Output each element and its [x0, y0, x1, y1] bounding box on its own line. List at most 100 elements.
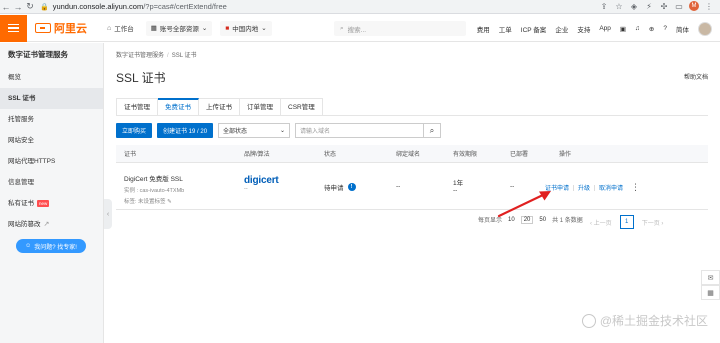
url-path: /?p=cas#/certExtend/free [143, 2, 227, 11]
col-deployed: 已部署 [510, 152, 529, 158]
back-icon[interactable]: ← [0, 1, 12, 13]
tab-orders[interactable]: 订单管理 [240, 98, 281, 116]
sidebar-item-overview[interactable]: 概览 [0, 67, 103, 88]
prev-page-button[interactable]: ‹ 上一页 [590, 218, 612, 227]
digicert-logo: digicert [244, 175, 279, 186]
help-doc-link[interactable]: 帮助文档 [684, 72, 708, 81]
breadcrumb-root[interactable]: 数字证书管理服务 [116, 53, 164, 59]
user-avatar[interactable] [698, 21, 712, 36]
help-icon[interactable]: ? [663, 25, 667, 32]
col-actions: 操作 [559, 152, 572, 158]
cert-name: DigiCert 免费版 SSL [124, 176, 183, 183]
lock-icon: 🔒 [40, 3, 49, 11]
total-count: 共 1 条数据 [552, 218, 583, 224]
terminal-icon[interactable]: ▣ [620, 25, 626, 33]
bolt-icon[interactable]: ⚡ [644, 1, 654, 11]
reload-icon[interactable]: ↻ [24, 1, 36, 13]
collapse-sidebar-handle[interactable]: ‹ [104, 199, 112, 229]
console-topbar: 阿里云 ⌂ 工作台 ▦ 账号全部资源 ⌄ ■ 中国内地 ⌄ ⌕ 搜索... 费用… [0, 14, 720, 42]
menu-dots-icon[interactable]: ⋮ [704, 1, 714, 11]
watermark-logo-icon [581, 313, 596, 328]
account-select[interactable]: ▦ 账号全部资源 ⌄ [145, 20, 213, 36]
workbench-link[interactable]: ⌂ 工作台 [107, 23, 134, 34]
floating-tools: ✉ ▦ [701, 270, 720, 300]
forward-icon[interactable]: → [12, 1, 24, 13]
sidebar-item-info[interactable]: 信息管理 [0, 172, 103, 193]
nav-enterprise[interactable]: 企业 [555, 24, 568, 34]
status-text: 待申请 [324, 185, 344, 192]
info-icon[interactable]: ! [347, 183, 356, 191]
col-validity: 有效期限 [453, 152, 478, 158]
page-title: SSL 证书 [116, 71, 166, 85]
annotation-arrow [497, 191, 551, 218]
more-actions-icon[interactable]: ⋮ [631, 182, 640, 193]
nav-tickets[interactable]: 工单 [499, 24, 512, 34]
sidebar-item-private-cert[interactable]: 私有证书 new [0, 193, 103, 214]
grid-apps-icon[interactable]: ▦ [701, 285, 720, 300]
sidebar-item-site-security[interactable]: 网站安全 [0, 130, 103, 151]
bound-domain: -- [396, 183, 401, 190]
menu-icon[interactable] [0, 14, 27, 42]
logo-mark-icon [35, 23, 51, 33]
new-badge: new [37, 200, 50, 207]
edit-icon[interactable]: ✎ [167, 199, 172, 205]
feedback-icon[interactable]: ✉ [701, 270, 720, 285]
cancel-apply-link[interactable]: 取消申请 [599, 183, 623, 192]
cart-icon[interactable]: ⊕ [649, 25, 654, 33]
breadcrumb-current: SSL 证书 [171, 53, 197, 59]
extension-icon[interactable]: ◈ [629, 1, 639, 11]
table-header: 证书 品牌/算法 状态 绑定域名 有效期限 已部署 操作 [116, 145, 708, 163]
chat-icon: ☺ [25, 243, 32, 249]
home-icon: ⌂ [107, 24, 112, 32]
table-row: DigiCert 免费版 SSL 实例 : cas-ivauto-4TXMb 标… [116, 163, 708, 210]
console-search-input[interactable]: ⌕ 搜索... [334, 21, 466, 36]
region-select[interactable]: ■ 中国内地 ⌄ [220, 20, 272, 36]
language-select[interactable]: 简体 [676, 24, 689, 34]
sidebar: 数字证书管理服务 概览 SSL 证书 托管服务 网站安全 网站代理HTTPS 信… [0, 43, 104, 343]
flag-icon: ■ [225, 24, 230, 32]
status-select[interactable]: 全部状态 ⌄ [218, 123, 291, 138]
url-host: yundun.console.aliyun.com [52, 2, 144, 11]
external-link-icon: ↗ [43, 221, 50, 228]
tab-free-cert[interactable]: 免费证书 [158, 98, 199, 116]
puzzle-icon[interactable]: ✣ [659, 1, 669, 11]
search-button[interactable]: ⌕ [423, 123, 442, 138]
col-cert: 证书 [124, 152, 137, 158]
tabs-divider [116, 115, 708, 116]
address-bar[interactable]: 🔒 yundun.console.aliyun.com /?p=cas#/cer… [40, 1, 227, 12]
share-icon[interactable]: ⇪ [599, 1, 609, 11]
sidebar-item-proxy-https[interactable]: 网站代理HTTPS [0, 151, 103, 172]
nav-fees[interactable]: 费用 [477, 24, 490, 34]
cert-table: 证书 品牌/算法 状态 绑定域名 有效期限 已部署 操作 DigiCert 免费… [116, 145, 708, 210]
cert-tag: 标签: 未设置标签 ✎ [124, 199, 172, 205]
cert-instance: 实例 : cas-ivauto-4TXMb [124, 188, 185, 194]
next-page-button[interactable]: 下一页 › [642, 218, 664, 227]
col-brand: 品牌/算法 [244, 152, 270, 158]
tab-upload-cert[interactable]: 上传证书 [199, 98, 240, 116]
sidebar-item-hosting[interactable]: 托管服务 [0, 109, 103, 130]
bell-icon[interactable]: ♫ [635, 25, 640, 32]
profile-avatar[interactable]: M [689, 1, 699, 11]
create-cert-button[interactable]: 创建证书 19 / 20 [157, 123, 214, 138]
chevron-down-icon: ⌄ [201, 25, 208, 32]
chevron-left-icon: ‹ [106, 210, 110, 218]
tab-csr[interactable]: CSR管理 [281, 98, 323, 116]
tab-icon[interactable]: ▭ [674, 1, 684, 11]
nav-app[interactable]: App [599, 25, 611, 32]
search-icon: ⌕ [429, 125, 435, 135]
browser-toolbar: ← → ↻ 🔒 yundun.console.aliyun.com /?p=ca… [0, 0, 720, 14]
validity-sub: -- [453, 187, 458, 194]
tab-cert-manage[interactable]: 证书管理 [116, 98, 158, 116]
sidebar-item-tamper[interactable]: 网站防篡改 ↗ [0, 214, 103, 235]
star-icon[interactable]: ☆ [614, 1, 624, 11]
validity-value: 1年 [453, 180, 464, 187]
upgrade-link[interactable]: 升级 [578, 183, 590, 192]
expert-help-button[interactable]: ☺ 我问题? 找专家! [16, 239, 86, 253]
nav-icp[interactable]: ICP 备案 [521, 24, 547, 34]
page-number[interactable]: 1 [619, 215, 634, 229]
buy-button[interactable]: 立即购买 [116, 123, 153, 138]
nav-support[interactable]: 支持 [577, 24, 590, 34]
aliyun-logo[interactable]: 阿里云 [35, 20, 87, 36]
sidebar-item-ssl[interactable]: SSL 证书 [0, 88, 103, 109]
domain-search-input[interactable]: 请输入域名 [295, 123, 424, 138]
